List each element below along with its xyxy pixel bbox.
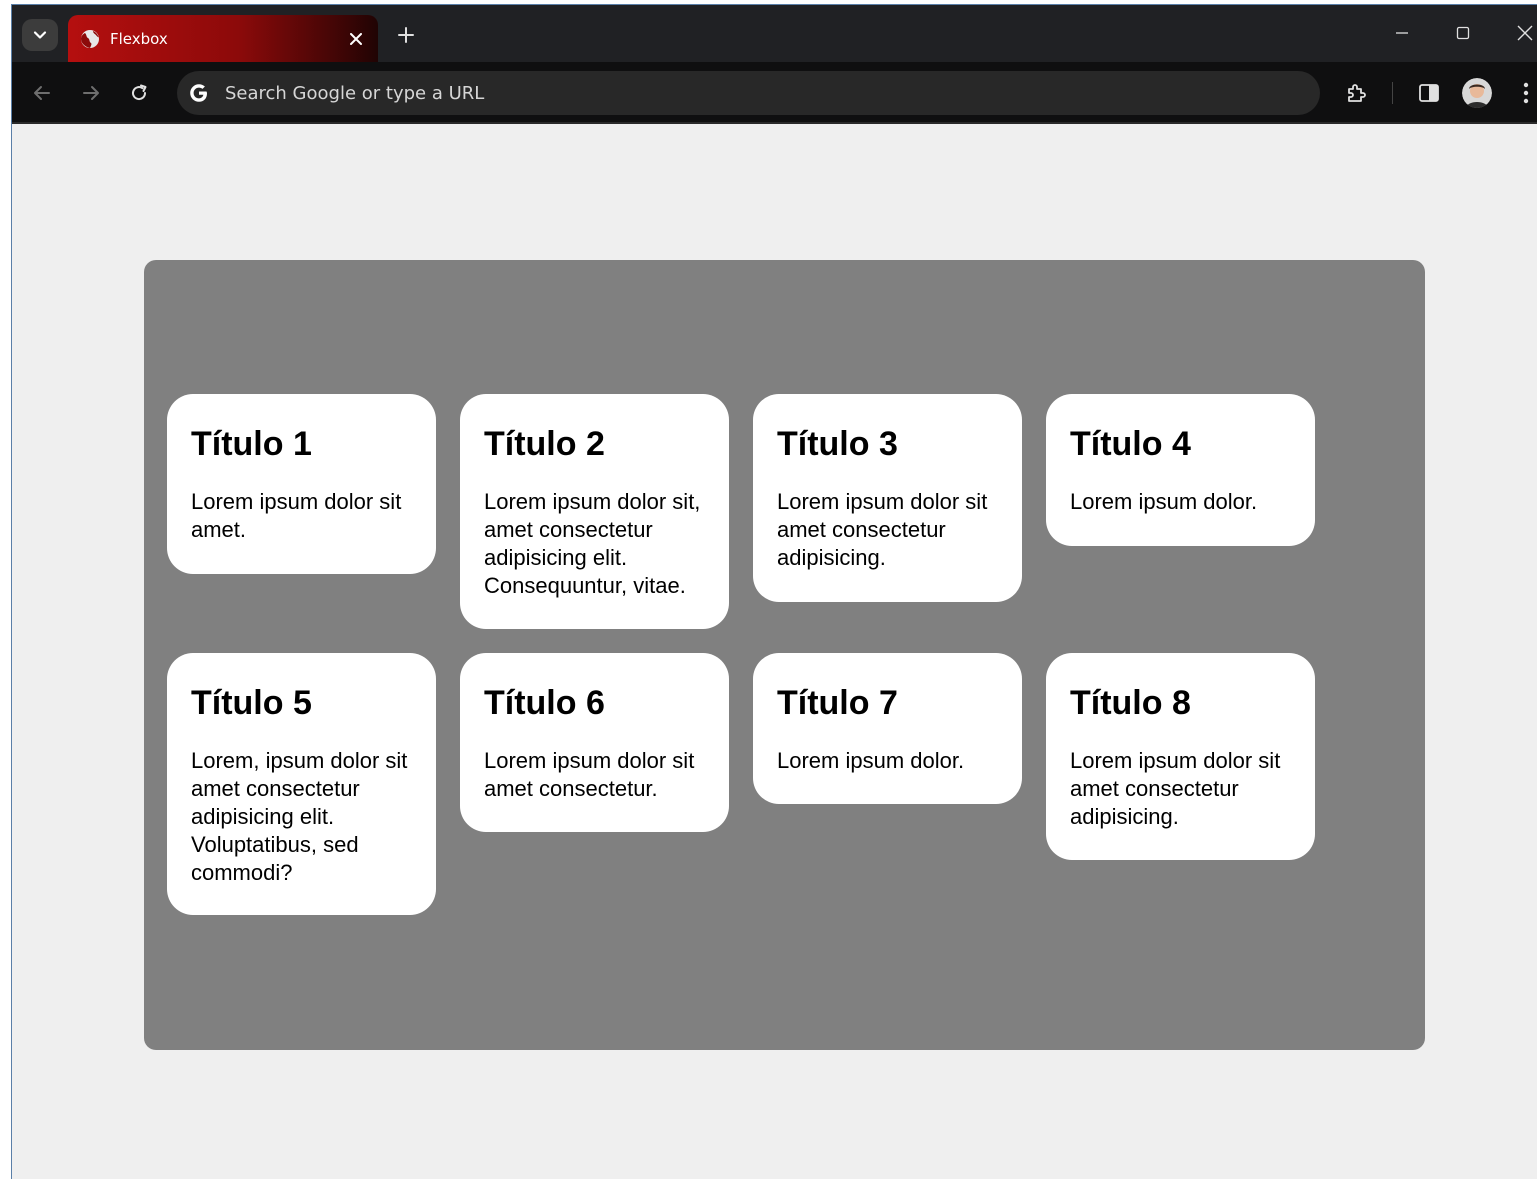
card-title: Título 7 <box>777 684 898 722</box>
window-close-button[interactable] <box>1505 17 1537 49</box>
reload-button[interactable] <box>123 77 155 109</box>
side-panel-button[interactable] <box>1413 77 1445 109</box>
toolbar-divider <box>1392 82 1393 104</box>
menu-button[interactable] <box>1510 77 1537 109</box>
google-g-icon <box>187 81 211 105</box>
card-title: Título 3 <box>777 425 898 463</box>
tab-flexbox[interactable]: Flexbox <box>68 15 378 62</box>
card-text: Lorem ipsum dolor sit amet consectetur. <box>484 748 695 801</box>
close-icon <box>350 32 362 45</box>
card-title: Título 6 <box>484 684 605 722</box>
tab-close-button[interactable] <box>344 27 368 51</box>
card-title: Título 4 <box>1070 425 1191 463</box>
flex-container: Título 1 Lorem ipsum dolor sit amet. Tít… <box>144 260 1425 1050</box>
omnibox-input[interactable] <box>225 82 1320 104</box>
side-panel-icon <box>1419 84 1439 102</box>
close-icon <box>1517 25 1533 41</box>
puzzle-icon <box>1348 84 1366 102</box>
kebab-menu-icon <box>1523 82 1529 104</box>
card-title: Título 8 <box>1070 684 1191 722</box>
back-button[interactable] <box>26 77 58 109</box>
card-1: Título 1 Lorem ipsum dolor sit amet. <box>167 394 436 574</box>
card-text: Lorem, ipsum dolor sit amet consectetur … <box>191 748 408 885</box>
chevron-down-icon <box>33 31 47 39</box>
card-7: Título 7 Lorem ipsum dolor. <box>753 653 1022 804</box>
tab-strip: Flexbox <box>12 5 1537 62</box>
minimize-icon <box>1396 32 1408 34</box>
card-title: Título 5 <box>191 684 312 722</box>
card-text: Lorem ipsum dolor. <box>777 748 965 773</box>
avatar[interactable] <box>1462 78 1492 108</box>
plus-icon <box>398 27 414 43</box>
card-8: Título 8 Lorem ipsum dolor sit amet cons… <box>1046 653 1315 860</box>
tab-title: Flexbox <box>110 29 168 48</box>
maximize-icon <box>1456 26 1470 40</box>
maximize-button[interactable] <box>1443 17 1483 49</box>
globe-icon <box>80 29 100 49</box>
arrow-right-icon <box>83 86 99 100</box>
card-3: Título 3 Lorem ipsum dolor sit amet cons… <box>753 394 1022 602</box>
card-title: Título 2 <box>484 425 605 463</box>
minimize-button[interactable] <box>1382 17 1422 49</box>
card-text: Lorem ipsum dolor. <box>1070 489 1258 514</box>
card-text: Lorem ipsum dolor sit amet consectetur a… <box>777 489 988 570</box>
page-content: Título 1 Lorem ipsum dolor sit amet. Tít… <box>12 124 1537 1179</box>
card-5: Título 5 Lorem, ipsum dolor sit amet con… <box>167 653 436 915</box>
arrow-left-icon <box>34 86 50 100</box>
tab-search-button[interactable] <box>22 19 58 51</box>
card-text: Lorem ipsum dolor sit, amet consectetur … <box>484 489 701 598</box>
reload-icon <box>132 84 147 101</box>
toolbar <box>12 62 1537 124</box>
extensions-button[interactable] <box>1341 77 1373 109</box>
browser-window: Flexbox Search Google or type a URL Títu… <box>11 4 1537 1179</box>
omnibox[interactable] <box>177 71 1320 115</box>
card-text: Lorem ipsum dolor sit amet. <box>191 489 402 542</box>
card-text: Lorem ipsum dolor sit amet consectetur a… <box>1070 748 1281 829</box>
forward-button[interactable] <box>75 77 107 109</box>
card-title: Título 1 <box>191 425 312 463</box>
card-2: Título 2 Lorem ipsum dolor sit, amet con… <box>460 394 729 629</box>
card-6: Título 6 Lorem ipsum dolor sit amet cons… <box>460 653 729 832</box>
new-tab-button[interactable] <box>392 21 420 49</box>
card-4: Título 4 Lorem ipsum dolor. <box>1046 394 1315 546</box>
